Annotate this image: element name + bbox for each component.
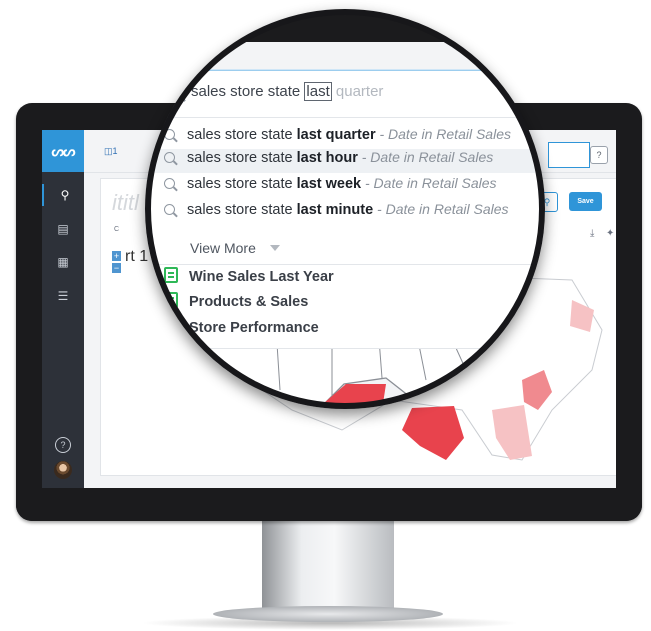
pinboard-item[interactable]: Store Performance [164, 318, 319, 340]
sidebar-pinboard-icon[interactable]: ▦ [42, 251, 84, 273]
suggestion-keyword: last week [296, 176, 362, 192]
suggestion-item[interactable]: sales store state last week - Date in Re… [164, 175, 540, 199]
data-source-chip[interactable]: ◫1 [104, 146, 118, 157]
suggestion-context: - Date in Retail Sales [357, 149, 494, 165]
suggestion-keyword: last quarter [296, 127, 376, 143]
save-button[interactable]: Save [569, 192, 602, 211]
app-logo[interactable]: ᔕᔕ [42, 130, 84, 172]
pinboard-icon [164, 318, 178, 334]
suggestion-prefix: sales store state [187, 176, 297, 192]
search-help-icon[interactable]: ? [590, 146, 608, 164]
map-zoom-in-button[interactable]: + [112, 251, 121, 261]
chevron-down-icon[interactable] [270, 245, 280, 251]
pin-icon[interactable]: ✦ [606, 228, 614, 239]
avatar[interactable] [54, 461, 72, 479]
pinboard-item[interactable]: Wine Sales Last Year [164, 267, 334, 289]
suggestion-search-icon [164, 178, 175, 189]
suggestion-item-highlighted[interactable]: sales store state last hour - Date in Re… [146, 149, 540, 173]
pinboard-label: Products & Sales [189, 294, 309, 310]
suggestion-search-icon [164, 152, 175, 163]
query-completion-hint: quarter [331, 83, 384, 100]
suggestion-context: - Date in Retail Sales [375, 126, 511, 142]
suggestion-search-icon [164, 204, 175, 215]
pinboard-label: Wine Sales Last Year [189, 269, 334, 285]
monitor-stand-neck [262, 521, 394, 613]
view-more-link[interactable]: View More [190, 240, 256, 256]
query-active-token: last [304, 82, 332, 101]
search-bar-edge[interactable] [548, 142, 590, 168]
monitor-chin [16, 488, 642, 521]
pinboard-item[interactable]: Products & Sales [164, 292, 308, 314]
download-icon[interactable]: ⤓ [590, 228, 594, 239]
suggestion-context: - Date in Retail Sales [361, 175, 497, 191]
suggestion-item[interactable]: sales store state last minute - Date in … [164, 201, 540, 225]
suggestion-prefix: sales store state [187, 127, 297, 143]
pinboard-icon [164, 292, 178, 308]
suggestion-context: - Date in Retail Sales [373, 201, 509, 217]
monitor-stand-base [213, 606, 443, 622]
chart-name: rt 1 [125, 248, 149, 265]
dropdown-divider [146, 264, 540, 265]
search-query-text[interactable]: sales store state last quarter [191, 82, 384, 101]
query-typed: sales store state [191, 83, 305, 100]
pinboard-label: Store Performance [189, 320, 319, 336]
help-icon[interactable]: ? [55, 437, 71, 453]
suggestion-search-icon [164, 129, 175, 140]
sidebar-answer-icon[interactable]: ▤ [42, 218, 84, 240]
sidebar-search-icon[interactable]: ⚲ [42, 184, 86, 206]
map-zoom-out-button[interactable]: − [112, 263, 121, 273]
lens-bezel-area [146, 10, 540, 42]
answer-title-placeholder[interactable]: ititl [112, 190, 139, 216]
map-region [402, 406, 464, 460]
sidebar: ᔕᔕ ⚲ ▤ ▦ ☰ ? [42, 130, 84, 488]
suggestion-item[interactable]: sales store state last quarter - Date in… [164, 126, 540, 150]
magnifier-lens: sales store state last quarter sales sto… [146, 10, 540, 404]
search-icon [168, 85, 183, 100]
suggestion-prefix: sales store state [187, 150, 297, 166]
pinboard-icon [164, 267, 178, 283]
sidebar-data-icon[interactable]: ☰ [42, 285, 84, 307]
suggestion-keyword: last minute [296, 202, 374, 218]
data-source-count: 1 [112, 146, 118, 156]
suggestion-keyword: last hour [296, 150, 358, 166]
suggestion-prefix: sales store state [187, 202, 297, 218]
chart-type-label: C [114, 226, 120, 233]
